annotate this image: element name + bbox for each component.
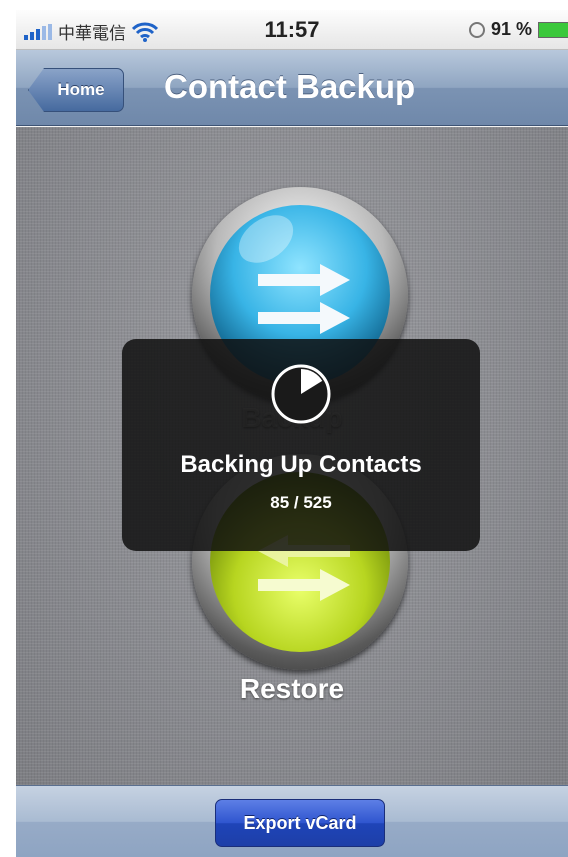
export-vcard-button[interactable]: Export vCard [215, 799, 385, 847]
hud-count: 85 / 525 [270, 493, 332, 512]
progress-hud: Backing Up Contacts 85 / 525 [122, 339, 480, 551]
lock-icon [468, 21, 485, 38]
status-bar: 中華電信 11:57 91 % [16, 10, 568, 50]
bottom-toolbar: Export vCard [16, 785, 568, 857]
phone-screen: 中華電信 11:57 91 % Home Contact Backup Rest… [16, 10, 568, 857]
hud-title: Backing Up Contacts [180, 451, 422, 478]
main-content: Backup Restore Backing Up Contacts 85 / … [16, 127, 568, 785]
pie-progress-icon [271, 364, 331, 424]
home-back-button[interactable]: Home [28, 68, 124, 112]
forward-arrows-icon [258, 264, 350, 334]
battery-icon [538, 21, 568, 38]
page-title: Contact Backup [164, 68, 416, 105]
navigation-bar: Home Contact Backup [16, 50, 568, 126]
status-right: 91 % [468, 19, 568, 40]
battery-percent: 91 % [490, 19, 532, 39]
restore-label: Restore [239, 673, 345, 704]
